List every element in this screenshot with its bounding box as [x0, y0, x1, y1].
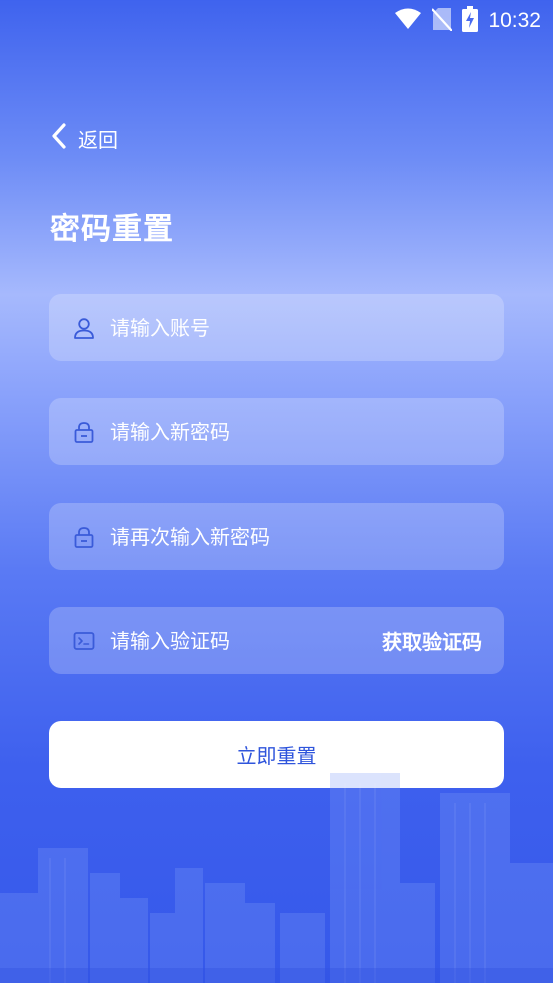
new-password-field — [49, 398, 504, 465]
status-icons: 10:32 — [394, 6, 541, 36]
new-password-input[interactable] — [108, 418, 482, 445]
back-button[interactable]: 返回 — [50, 122, 118, 154]
confirm-password-input[interactable] — [108, 523, 482, 550]
chevron-left-icon — [50, 122, 68, 154]
account-input[interactable] — [108, 314, 482, 341]
lock-icon — [73, 421, 95, 443]
page-title: 密码重置 — [50, 212, 174, 247]
no-sim-icon — [431, 7, 454, 35]
confirm-password-field — [49, 503, 504, 570]
status-bar: 10:32 — [0, 0, 553, 38]
account-field — [49, 294, 504, 361]
verification-code-field: 获取验证码 — [49, 607, 504, 674]
lock-icon — [73, 526, 95, 548]
wifi-icon — [394, 8, 422, 34]
user-icon — [73, 317, 95, 339]
terminal-icon — [73, 630, 95, 652]
get-code-button[interactable]: 获取验证码 — [382, 626, 482, 655]
verification-code-input[interactable] — [108, 627, 382, 654]
back-label: 返回 — [78, 127, 118, 152]
battery-charging-icon — [462, 6, 479, 36]
city-skyline-illustration — [0, 773, 553, 983]
status-time: 10:32 — [488, 9, 541, 32]
